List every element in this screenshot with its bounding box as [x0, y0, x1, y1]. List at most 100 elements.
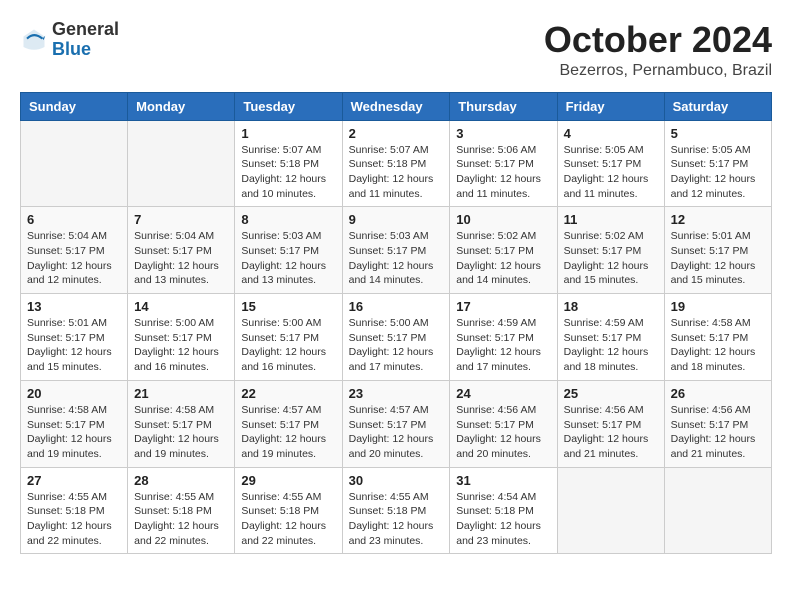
day-info: Sunrise: 4:56 AM Sunset: 5:17 PM Dayligh…: [671, 403, 765, 462]
day-info: Sunrise: 5:03 AM Sunset: 5:17 PM Dayligh…: [241, 229, 335, 288]
day-number: 7: [134, 212, 228, 227]
day-number: 15: [241, 299, 335, 314]
day-number: 18: [564, 299, 658, 314]
day-info: Sunrise: 4:59 AM Sunset: 5:17 PM Dayligh…: [564, 316, 658, 375]
calendar-cell: 6Sunrise: 5:04 AM Sunset: 5:17 PM Daylig…: [21, 207, 128, 294]
calendar-cell: 2 Sunrise: 5:07 AM Sunset: 5:18 PM Daylig…: [342, 120, 450, 207]
calendar-cell: [664, 467, 771, 554]
day-number: 31: [456, 473, 550, 488]
day-number: 4: [564, 126, 658, 141]
location-title: Bezerros, Pernambuco, Brazil: [544, 62, 772, 80]
calendar-cell: 15 Sunrise: 5:00 AM Sunset: 5:17 PM Dayli…: [235, 294, 342, 381]
day-info: Sunrise: 5:05 AM Sunset: 5:17 PM Dayligh…: [671, 143, 765, 202]
day-info: Sunrise: 5:07 AM Sunset: 5:18 PM Dayligh…: [349, 143, 444, 202]
logo-icon: [20, 26, 48, 54]
header-day-monday: Monday: [128, 92, 235, 120]
logo: General Blue: [20, 20, 119, 60]
day-number: 27: [27, 473, 121, 488]
calendar-cell: 11Sunrise: 5:02 AM Sunset: 5:17 PM Dayli…: [557, 207, 664, 294]
day-number: 13: [27, 299, 121, 314]
calendar-week-row: 1Sunrise: 5:07 AM Sunset: 5:18 PM Daylig…: [21, 120, 772, 207]
day-info: Sunrise: 5:04 AM Sunset: 5:17 PM Dayligh…: [27, 229, 121, 288]
calendar-cell: 4Sunrise: 5:05 AM Sunset: 5:17 PM Daylig…: [557, 120, 664, 207]
day-info: Sunrise: 5:07 AM Sunset: 5:18 PM Dayligh…: [241, 143, 335, 202]
day-number: 29: [241, 473, 335, 488]
calendar-cell: 19 Sunrise: 4:58 AM Sunset: 5:17 PM Dayli…: [664, 294, 771, 381]
day-number: 28: [134, 473, 228, 488]
day-info: Sunrise: 4:55 AM Sunset: 5:18 PM Dayligh…: [27, 490, 121, 549]
title-area: October 2024 Bezerros, Pernambuco, Brazi…: [544, 20, 772, 80]
day-number: 10: [456, 212, 550, 227]
calendar-cell: 22Sunrise: 4:57 AM Sunset: 5:17 PM Dayli…: [235, 380, 342, 467]
day-info: Sunrise: 5:02 AM Sunset: 5:17 PM Dayligh…: [564, 229, 658, 288]
day-number: 5: [671, 126, 765, 141]
day-number: 3: [456, 126, 550, 141]
header-day-thursday: Thursday: [450, 92, 557, 120]
calendar-week-row: 20 Sunrise: 4:58 AM Sunset: 5:17 PM Dayli…: [21, 380, 772, 467]
day-info: Sunrise: 4:54 AM Sunset: 5:18 PM Dayligh…: [456, 490, 550, 549]
calendar-cell: 3 Sunrise: 5:06 AM Sunset: 5:17 PM Daylig…: [450, 120, 557, 207]
day-number: 23: [349, 386, 444, 401]
header-day-tuesday: Tuesday: [235, 92, 342, 120]
calendar-table: SundayMondayTuesdayWednesdayThursdayFrid…: [20, 92, 772, 555]
day-info: Sunrise: 4:58 AM Sunset: 5:17 PM Dayligh…: [27, 403, 121, 462]
day-number: 24: [456, 386, 550, 401]
day-info: Sunrise: 5:00 AM Sunset: 5:17 PM Dayligh…: [134, 316, 228, 375]
logo-text: General Blue: [52, 20, 119, 60]
day-info: Sunrise: 5:01 AM Sunset: 5:17 PM Dayligh…: [27, 316, 121, 375]
header-day-sunday: Sunday: [21, 92, 128, 120]
day-number: 8: [241, 212, 335, 227]
day-info: Sunrise: 5:06 AM Sunset: 5:17 PM Dayligh…: [456, 143, 550, 202]
header-day-friday: Friday: [557, 92, 664, 120]
calendar-week-row: 13 Sunrise: 5:01 AM Sunset: 5:17 PM Dayli…: [21, 294, 772, 381]
calendar-cell: [21, 120, 128, 207]
day-info: Sunrise: 5:04 AM Sunset: 5:17 PM Dayligh…: [134, 229, 228, 288]
calendar-cell: 13 Sunrise: 5:01 AM Sunset: 5:17 PM Dayli…: [21, 294, 128, 381]
day-number: 14: [134, 299, 228, 314]
day-info: Sunrise: 4:58 AM Sunset: 5:17 PM Dayligh…: [671, 316, 765, 375]
calendar-week-row: 27 Sunrise: 4:55 AM Sunset: 5:18 PM Dayli…: [21, 467, 772, 554]
calendar-cell: 29 Sunrise: 4:55 AM Sunset: 5:18 PM Dayli…: [235, 467, 342, 554]
day-number: 30: [349, 473, 444, 488]
calendar-cell: 25 Sunrise: 4:56 AM Sunset: 5:17 PM Dayli…: [557, 380, 664, 467]
day-number: 25: [564, 386, 658, 401]
calendar-cell: 21 Sunrise: 4:58 AM Sunset: 5:17 PM Dayli…: [128, 380, 235, 467]
calendar-cell: [557, 467, 664, 554]
day-number: 9: [349, 212, 444, 227]
month-title: October 2024: [544, 20, 772, 60]
day-info: Sunrise: 5:00 AM Sunset: 5:17 PM Dayligh…: [241, 316, 335, 375]
calendar-cell: 8 Sunrise: 5:03 AM Sunset: 5:17 PM Daylig…: [235, 207, 342, 294]
calendar-cell: 31 Sunrise: 4:54 AM Sunset: 5:18 PM Dayli…: [450, 467, 557, 554]
day-info: Sunrise: 4:56 AM Sunset: 5:17 PM Dayligh…: [456, 403, 550, 462]
day-info: Sunrise: 4:55 AM Sunset: 5:18 PM Dayligh…: [241, 490, 335, 549]
calendar-cell: 14 Sunrise: 5:00 AM Sunset: 5:17 PM Dayli…: [128, 294, 235, 381]
header-day-wednesday: Wednesday: [342, 92, 450, 120]
calendar-cell: 18 Sunrise: 4:59 AM Sunset: 5:17 PM Dayli…: [557, 294, 664, 381]
day-info: Sunrise: 5:02 AM Sunset: 5:17 PM Dayligh…: [456, 229, 550, 288]
day-info: Sunrise: 4:58 AM Sunset: 5:17 PM Dayligh…: [134, 403, 228, 462]
calendar-cell: 17Sunrise: 4:59 AM Sunset: 5:17 PM Dayli…: [450, 294, 557, 381]
day-number: 26: [671, 386, 765, 401]
day-number: 19: [671, 299, 765, 314]
day-info: Sunrise: 5:03 AM Sunset: 5:17 PM Dayligh…: [349, 229, 444, 288]
calendar-cell: 28Sunrise: 4:55 AM Sunset: 5:18 PM Dayli…: [128, 467, 235, 554]
day-number: 17: [456, 299, 550, 314]
day-info: Sunrise: 4:56 AM Sunset: 5:17 PM Dayligh…: [564, 403, 658, 462]
calendar-cell: 7 Sunrise: 5:04 AM Sunset: 5:17 PM Daylig…: [128, 207, 235, 294]
day-number: 21: [134, 386, 228, 401]
day-info: Sunrise: 4:57 AM Sunset: 5:17 PM Dayligh…: [349, 403, 444, 462]
calendar-cell: 30Sunrise: 4:55 AM Sunset: 5:18 PM Dayli…: [342, 467, 450, 554]
calendar-week-row: 6Sunrise: 5:04 AM Sunset: 5:17 PM Daylig…: [21, 207, 772, 294]
calendar-cell: 23 Sunrise: 4:57 AM Sunset: 5:17 PM Dayli…: [342, 380, 450, 467]
calendar-header-row: SundayMondayTuesdayWednesdayThursdayFrid…: [21, 92, 772, 120]
calendar-cell: [128, 120, 235, 207]
day-number: 2: [349, 126, 444, 141]
header: General Blue October 2024 Bezerros, Pern…: [20, 20, 772, 80]
day-info: Sunrise: 4:57 AM Sunset: 5:17 PM Dayligh…: [241, 403, 335, 462]
day-number: 12: [671, 212, 765, 227]
day-number: 20: [27, 386, 121, 401]
day-info: Sunrise: 5:00 AM Sunset: 5:17 PM Dayligh…: [349, 316, 444, 375]
header-day-saturday: Saturday: [664, 92, 771, 120]
calendar-cell: 12Sunrise: 5:01 AM Sunset: 5:17 PM Dayli…: [664, 207, 771, 294]
calendar-cell: 1Sunrise: 5:07 AM Sunset: 5:18 PM Daylig…: [235, 120, 342, 207]
